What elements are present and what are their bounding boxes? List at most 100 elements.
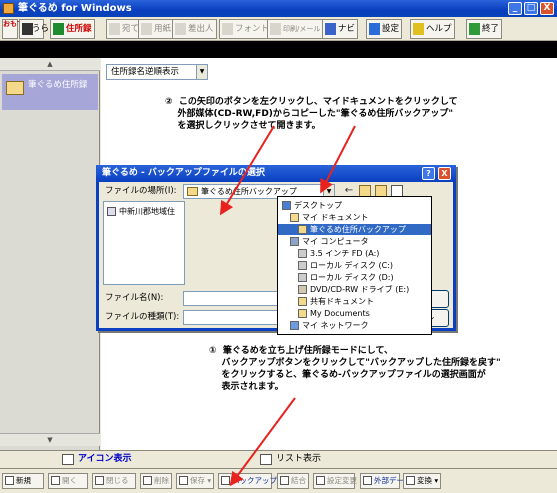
omote-mode-button[interactable]: おもて [2,19,24,39]
look-in-option-label: 共有ドキュメント [310,297,374,306]
look-in-option-label: マイ ドキュメント [302,213,369,222]
location-icon [298,249,307,258]
toolbar-label-paper: 用紙 [154,24,172,34]
look-in-option[interactable]: デスクトップ [278,200,431,211]
dialog-title: 筆ぐるめ - バックアップファイルの選択 [102,168,265,178]
bottom-button[interactable]: 外部データ [360,473,412,489]
look-in-option[interactable]: DVD/CD-RW ドライブ (E:) [278,284,431,295]
bottom-button[interactable]: 削除 [140,473,172,489]
location-icon [290,237,299,246]
look-in-option[interactable]: 3.5 インチ FD (A:) [278,248,431,259]
bottom-button-icon [51,476,60,485]
bottom-button-label: バックアップ ▾ [232,476,284,485]
file-list-item[interactable]: 中新川郡地域住 [107,206,175,217]
chevron-down-icon[interactable]: ▼ [196,65,207,79]
toolbar-paper-button[interactable]: 用紙 [138,19,175,39]
bottom-button[interactable]: 開く [48,473,88,489]
sidebar-item-address-book[interactable]: 筆ぐるめ住所録 [2,74,98,110]
bottom-button[interactable]: 設定変更 [313,473,357,489]
toolbar-label-navi: ナビ [338,24,356,34]
folder-icon [187,187,198,196]
header-band [0,41,557,58]
dialog-help-button[interactable]: ? [422,167,435,180]
toolbar-help-button[interactable]: ヘルプ [410,19,455,39]
look-in-option[interactable]: マイ ネットワーク [278,320,431,331]
look-in-option-label: マイ コンピュータ [302,237,369,246]
title-bar: 筆ぐるめ for Windows _ □ X [0,0,557,17]
toolbar-sender-button[interactable]: 差出人 [172,19,217,39]
location-icon [290,321,299,330]
bottom-button-icon [406,476,415,485]
bottom-button-icon [5,476,14,485]
app-icon [3,3,14,14]
bottom-button[interactable]: 新規 [2,473,44,489]
dialog-title-bar: 筆ぐるめ - バックアップファイルの選択 ? X [96,165,456,182]
bottom-button-icon [280,476,289,485]
bottom-button[interactable]: バックアップ ▾ [218,473,283,489]
look-in-option[interactable]: 筆ぐるめ住所バックアップ [278,224,431,235]
bottom-button[interactable]: 閉じる [92,473,136,489]
tab-list-view[interactable]: リスト表示 [260,452,321,468]
toolbar-font-button[interactable]: フォント [219,19,273,39]
sidebar-item-label: 筆ぐるめ住所録 [28,80,88,90]
location-icon [298,261,307,270]
bottom-button-icon [363,476,372,485]
bottom-button-label: 閉じる [106,476,129,485]
minimize-button[interactable]: _ [508,2,522,15]
location-icon [282,201,291,210]
look-in-option-label: 筆ぐるめ住所バックアップ [310,225,406,234]
sidebar: ▲ 筆ぐるめ住所録 ▼ [0,58,100,450]
icon-view-icon [62,454,74,465]
toolbar-label-print: 印刷/メール [283,25,321,33]
look-in-option-label: ローカル ディスク (C:) [310,261,394,270]
bottom-button[interactable]: 結合 [277,473,309,489]
sidebar-scroll-down-button[interactable]: ▼ [0,433,100,446]
tab-icon-view[interactable]: アイコン表示 [62,452,132,468]
look-in-option[interactable]: ローカル ディスク (D:) [278,272,431,283]
tab-list-view-label: リスト表示 [276,454,322,464]
bottom-button-label: 新規 [16,476,31,485]
look-in-option-label: ローカル ディスク (D:) [310,273,394,282]
exit-icon [469,23,480,35]
instruction-step-2: ② この矢印のボタンを左クリックし、マイドキュメントをクリックして 外部媒体(C… [165,97,458,131]
ura-mode-button[interactable]: うら [19,19,49,39]
sort-order-select[interactable]: 住所録名逆順表示 ▼ [106,64,208,80]
bottom-button[interactable]: 保存 ▾ [176,473,214,489]
ura-label: うら [32,24,50,34]
dialog-close-button[interactable]: X [438,167,451,180]
location-icon [298,297,307,306]
bottom-button-label: 開く [62,476,77,485]
toolbar-exit-button[interactable]: 終了 [466,19,503,39]
look-in-option[interactable]: 共有ドキュメント [278,296,431,307]
file-list-item-label: 中新川郡地域住 [119,207,175,216]
bottom-button-icon [316,476,325,485]
toolbar-print-button[interactable]: 印刷/メール [267,19,324,39]
close-button[interactable]: X [540,2,554,15]
list-view-icon [260,454,272,465]
maximize-button[interactable]: □ [524,2,538,15]
look-in-option[interactable]: マイ コンピュータ [278,236,431,247]
font-icon [222,23,233,35]
location-icon [298,285,307,294]
ura-icon [22,23,33,35]
look-in-option[interactable]: マイ ドキュメント [278,212,431,223]
look-in-option-label: 3.5 インチ FD (A:) [310,249,380,258]
bottom-button[interactable]: 変換 ▾ [403,473,441,489]
toolbar-navi-button[interactable]: ナビ [322,19,359,39]
look-in-option-label: デスクトップ [294,201,342,210]
address-file-icon [107,207,116,216]
filetype-label: ファイルの種類(T): [105,312,180,322]
bottom-button-label: 変換 ▾ [417,476,439,485]
toolbar-settings-button[interactable]: 設定 [366,19,403,39]
look-in-option[interactable]: My Documents [278,308,431,319]
toolbar-address-book-button[interactable]: 住所録 [50,19,95,39]
bottom-button-label: 保存 ▾ [190,476,212,485]
view-tabs: アイコン表示 リスト表示 [0,450,557,468]
bottom-button-icon [179,476,188,485]
sender-icon [175,23,186,35]
bottom-button-label: 設定変更 [327,476,357,485]
sidebar-scroll-up-button[interactable]: ▲ [0,58,100,71]
look-in-option[interactable]: ローカル ディスク (C:) [278,260,431,271]
instruction-step-1: ① 筆ぐるめを立ち上げ住所録モードにして、 バックアップボタンをクリックして"バ… [209,346,501,392]
print-icon [270,23,281,35]
